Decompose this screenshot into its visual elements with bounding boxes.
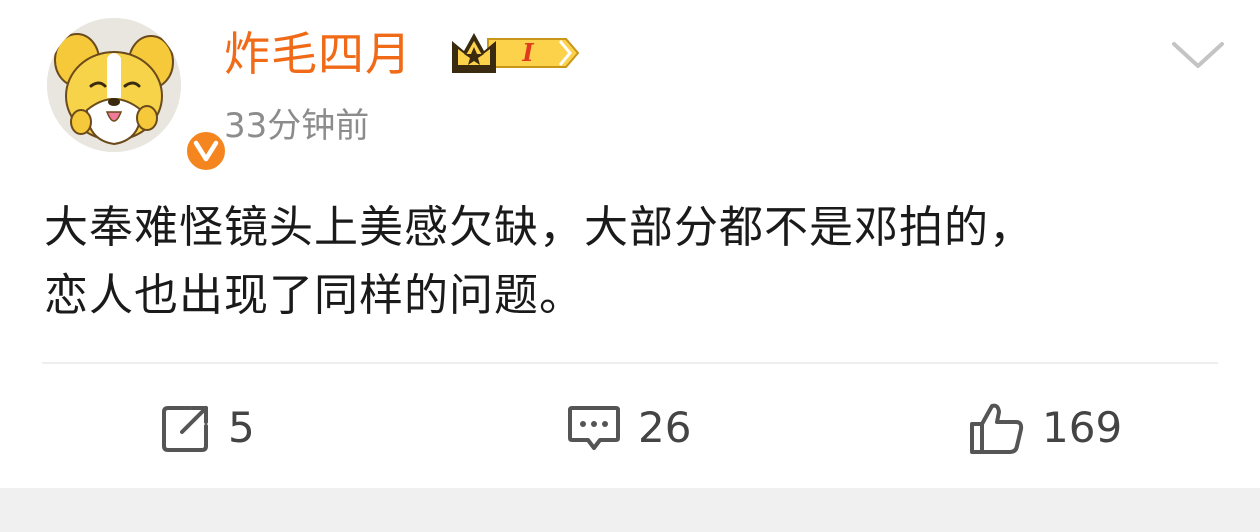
divider (42, 362, 1218, 364)
author-name[interactable]: 炸毛四月 (224, 24, 412, 84)
vip-level: I (521, 38, 534, 67)
post-text: 大奉难怪镜头上美感欠缺，大部分都不是邓拍的， 恋人也出现了同样的问题。 (44, 202, 1034, 321)
post-timestamp: 33分钟前 (224, 106, 370, 146)
like-button[interactable]: 169 (968, 398, 1122, 458)
repost-count: 5 (228, 403, 255, 452)
comment-button[interactable]: 26 (566, 398, 691, 458)
verified-v-icon (183, 128, 229, 174)
chevron-down-icon[interactable] (1168, 36, 1228, 76)
crown-vip-badge-icon[interactable]: I (448, 27, 582, 79)
thumbs-up-icon (970, 403, 1024, 454)
weibo-post-card: 炸毛四月 I 33分钟前 大奉难怪镜头上美感欠缺，大部分都不是邓拍的， 恋人也出… (0, 0, 1260, 488)
dog-avatar-icon (47, 18, 181, 152)
author-avatar[interactable] (47, 18, 229, 174)
comment-icon (568, 406, 620, 450)
like-count: 169 (1042, 403, 1123, 452)
repost-icon (162, 406, 208, 452)
comment-count: 26 (638, 403, 692, 452)
feed-separator (0, 488, 1260, 532)
repost-button[interactable]: 5 (160, 398, 255, 458)
